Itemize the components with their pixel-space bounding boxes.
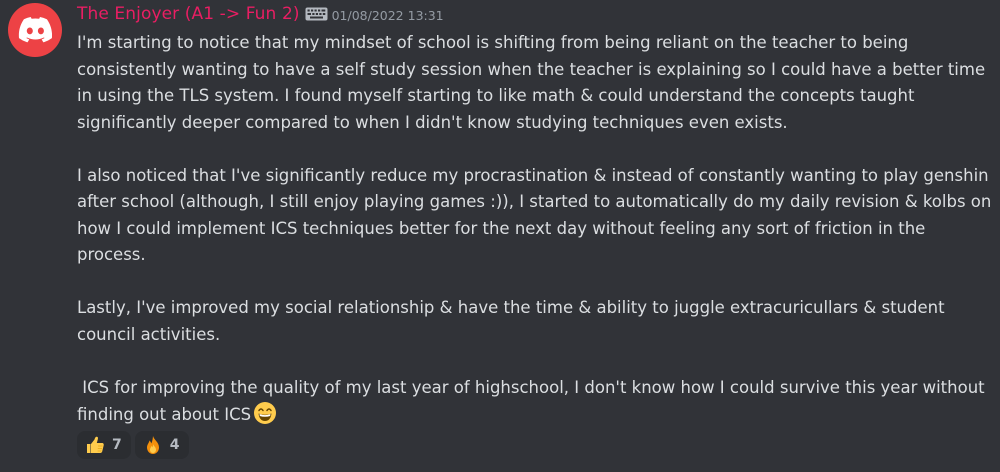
author-name[interactable]: The Enjoyer (A1 -> Fun 2) [77, 4, 300, 24]
reaction-count: 7 [112, 437, 122, 453]
message-header: The Enjoyer (A1 -> Fun 2) 01/08/2022 13:… [77, 4, 444, 24]
message-paragraph: Lastly, I've improved my social relation… [77, 298, 945, 344]
grinning-face-icon [253, 401, 277, 434]
fire-icon [142, 434, 164, 456]
keyboard-icon [305, 7, 328, 21]
reaction-count: 4 [169, 437, 180, 453]
message-paragraph: I also noticed that I've significantly r… [77, 165, 992, 265]
chat-message: The Enjoyer (A1 -> Fun 2) 01/08/2022 13:… [0, 0, 1000, 472]
reactions-bar: 7 4 [77, 431, 189, 459]
message-content: I'm starting to notice that my mindset o… [77, 30, 992, 434]
message-paragraph: I'm starting to notice that my mindset o… [77, 33, 986, 132]
discord-logo-icon [18, 17, 52, 43]
message-paragraph-last: ICS for improving the quality of my last… [77, 375, 992, 434]
thumbs-up-icon [84, 434, 106, 456]
avatar[interactable] [8, 3, 62, 57]
message-paragraph-text: ICS for improving the quality of my last… [77, 377, 990, 425]
reaction-thumbs-up[interactable]: 7 [77, 431, 131, 459]
message-timestamp: 01/08/2022 13:31 [331, 7, 444, 23]
reaction-fire[interactable]: 4 [134, 431, 189, 459]
